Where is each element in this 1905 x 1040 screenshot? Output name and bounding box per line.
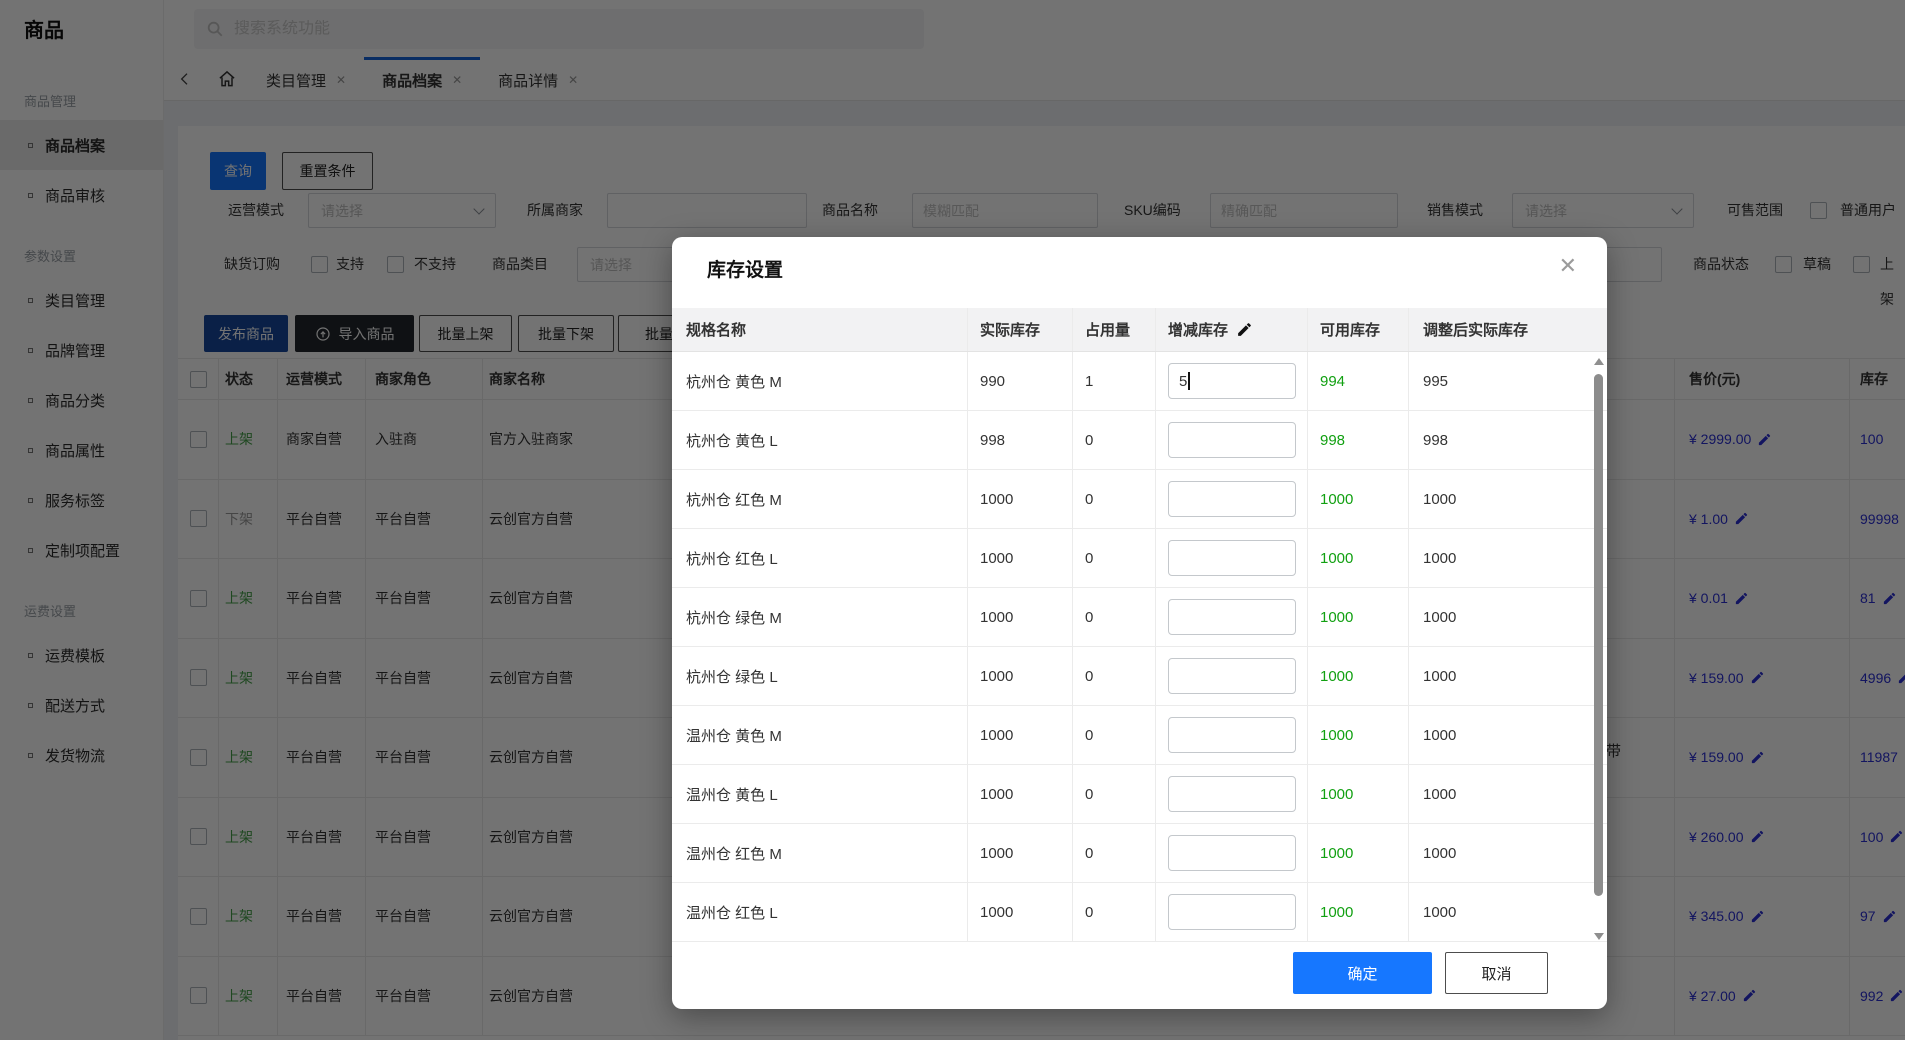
available-header: 可用库存 xyxy=(1308,308,1409,351)
adjusted-cell: 1000 xyxy=(1423,490,1457,508)
app-window: 商品 商品管理 商品档案 商品审核 xyxy=(0,0,1905,1040)
close-icon[interactable]: ✕ xyxy=(1559,255,1577,277)
stock-row: 杭州仓 黄色 L 998 0 998 998 xyxy=(672,411,1607,470)
stock-row: 杭州仓 绿色 M 1000 0 1000 1000 xyxy=(672,588,1607,647)
stock-table-header: 规格名称 实际库存 占用量 增减库存 可用库存 调整后实际库存 xyxy=(672,308,1607,352)
text-cursor xyxy=(1188,372,1191,390)
adjusted-cell: 1000 xyxy=(1423,903,1457,921)
delta-stock-input[interactable]: 5 xyxy=(1168,363,1296,399)
delta-stock-input[interactable] xyxy=(1168,835,1296,871)
occupied-cell: 0 xyxy=(1073,647,1156,705)
available-cell: 1000 xyxy=(1308,883,1409,941)
modal-scrollbar[interactable] xyxy=(1593,356,1605,942)
available-cell: 1000 xyxy=(1308,529,1409,587)
cancel-button[interactable]: 取消 xyxy=(1445,952,1548,994)
actual-stock-cell: 998 xyxy=(968,411,1073,469)
delta-header: 增减库存 xyxy=(1156,308,1308,351)
spec-cell: 温州仓 红色 L xyxy=(672,883,968,941)
available-cell: 994 xyxy=(1308,352,1409,410)
stock-row: 温州仓 红色 L 1000 0 1000 1000 xyxy=(672,883,1607,942)
available-cell: 1000 xyxy=(1308,765,1409,823)
available-cell: 1000 xyxy=(1308,706,1409,764)
occupied-cell: 0 xyxy=(1073,883,1156,941)
delta-stock-input[interactable] xyxy=(1168,422,1296,458)
stock-table: 规格名称 实际库存 占用量 增减库存 可用库存 调整后实际库存 杭州仓 黄色 M… xyxy=(672,308,1607,942)
actual-stock-header: 实际库存 xyxy=(968,308,1073,351)
actual-stock-cell: 1000 xyxy=(968,824,1073,882)
adjusted-header: 调整后实际库存 xyxy=(1423,322,1529,339)
occupied-cell: 0 xyxy=(1073,411,1156,469)
delta-stock-input[interactable] xyxy=(1168,894,1296,930)
adjusted-cell: 1000 xyxy=(1423,608,1457,626)
adjusted-cell: 1000 xyxy=(1423,549,1457,567)
actual-stock-cell: 1000 xyxy=(968,706,1073,764)
occupied-cell: 0 xyxy=(1073,765,1156,823)
occupied-cell: 0 xyxy=(1073,706,1156,764)
actual-stock-cell: 1000 xyxy=(968,647,1073,705)
occupied-cell: 1 xyxy=(1073,352,1156,410)
spec-cell: 温州仓 红色 M xyxy=(672,824,968,882)
delta-stock-input[interactable] xyxy=(1168,717,1296,753)
stock-row: 温州仓 黄色 L 1000 0 1000 1000 xyxy=(672,765,1607,824)
scroll-up-icon[interactable] xyxy=(1594,358,1604,365)
delta-stock-input[interactable] xyxy=(1168,776,1296,812)
spec-cell: 杭州仓 红色 L xyxy=(672,529,968,587)
edit-icon xyxy=(1238,323,1251,336)
modal-title: 库存设置 xyxy=(707,260,784,281)
stock-table-body: 杭州仓 黄色 M 990 1 5 994 995 杭州仓 黄色 L 998 0 … xyxy=(672,352,1607,942)
spec-cell: 杭州仓 绿色 L xyxy=(672,647,968,705)
actual-stock-cell: 1000 xyxy=(968,470,1073,528)
actual-stock-cell: 1000 xyxy=(968,765,1073,823)
spec-cell: 温州仓 黄色 M xyxy=(672,706,968,764)
stock-row: 温州仓 黄色 M 1000 0 1000 1000 xyxy=(672,706,1607,765)
confirm-button[interactable]: 确定 xyxy=(1293,952,1432,994)
delta-stock-input[interactable] xyxy=(1168,540,1296,576)
adjusted-cell: 1000 xyxy=(1423,785,1457,803)
occupied-header: 占用量 xyxy=(1073,308,1156,351)
stock-row: 温州仓 红色 M 1000 0 1000 1000 xyxy=(672,824,1607,883)
scroll-down-icon[interactable] xyxy=(1594,933,1604,940)
spec-cell: 温州仓 黄色 L xyxy=(672,765,968,823)
adjusted-cell: 1000 xyxy=(1423,667,1457,685)
spec-cell: 杭州仓 红色 M xyxy=(672,470,968,528)
available-cell: 1000 xyxy=(1308,470,1409,528)
occupied-cell: 0 xyxy=(1073,529,1156,587)
spec-cell: 杭州仓 黄色 L xyxy=(672,411,968,469)
occupied-cell: 0 xyxy=(1073,470,1156,528)
actual-stock-cell: 990 xyxy=(968,352,1073,410)
adjusted-cell: 1000 xyxy=(1423,726,1457,744)
actual-stock-cell: 1000 xyxy=(968,883,1073,941)
spec-cell: 杭州仓 黄色 M xyxy=(672,352,968,410)
adjusted-cell: 998 xyxy=(1423,431,1449,449)
adjusted-cell: 1000 xyxy=(1423,844,1457,862)
spec-header: 规格名称 xyxy=(672,308,968,351)
stock-row: 杭州仓 红色 L 1000 0 1000 1000 xyxy=(672,529,1607,588)
actual-stock-cell: 1000 xyxy=(968,588,1073,646)
available-cell: 1000 xyxy=(1308,647,1409,705)
delta-stock-input[interactable] xyxy=(1168,658,1296,694)
occupied-cell: 0 xyxy=(1073,824,1156,882)
available-cell: 1000 xyxy=(1308,824,1409,882)
available-cell: 998 xyxy=(1308,411,1409,469)
available-cell: 1000 xyxy=(1308,588,1409,646)
delta-stock-input[interactable] xyxy=(1168,599,1296,635)
stock-row: 杭州仓 绿色 L 1000 0 1000 1000 xyxy=(672,647,1607,706)
actual-stock-cell: 1000 xyxy=(968,529,1073,587)
scrollbar-thumb[interactable] xyxy=(1594,374,1603,896)
delta-stock-input[interactable] xyxy=(1168,481,1296,517)
stock-settings-modal: 库存设置 ✕ 规格名称 实际库存 占用量 增减库存 可用库存 调整后实际库存 杭… xyxy=(672,237,1607,1009)
stock-row: 杭州仓 红色 M 1000 0 1000 1000 xyxy=(672,470,1607,529)
spec-cell: 杭州仓 绿色 M xyxy=(672,588,968,646)
occupied-cell: 0 xyxy=(1073,588,1156,646)
stock-row: 杭州仓 黄色 M 990 1 5 994 995 xyxy=(672,352,1607,411)
adjusted-cell: 995 xyxy=(1423,372,1449,390)
